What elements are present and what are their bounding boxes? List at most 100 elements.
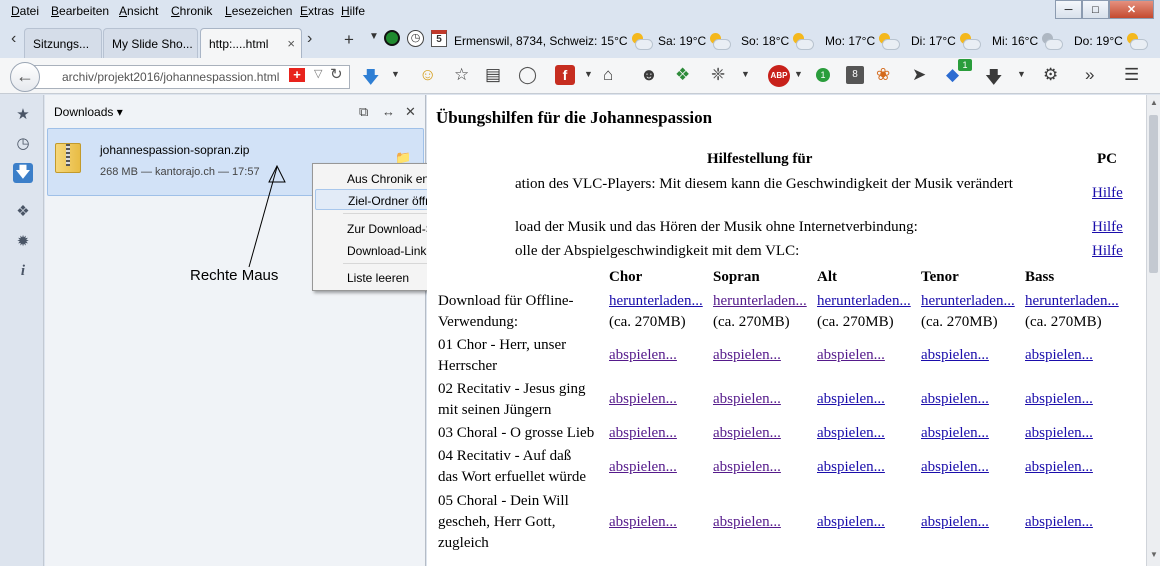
download-link-sopran[interactable]: herunterladen... (713, 293, 807, 310)
close-window-button[interactable]: ✕ (1109, 0, 1154, 19)
play-link[interactable]: abspielen... (609, 514, 677, 531)
fox-icon[interactable]: ❀ (876, 65, 890, 85)
film-reel-icon[interactable]: ⚙ (1043, 65, 1058, 85)
play-link[interactable]: abspielen... (921, 391, 989, 408)
tab-scroll-right-icon[interactable]: › (307, 30, 312, 48)
url-dropdown-icon[interactable]: ▽ (314, 67, 322, 80)
download-link-alt[interactable]: herunterladen... (817, 293, 911, 310)
menu-lesezeichen[interactable]: Lesezeichen (225, 4, 292, 18)
play-link[interactable]: abspielen... (713, 425, 781, 442)
weather-mi[interactable]: Mi: 16°C (992, 33, 1064, 50)
overflow-chevron-icon[interactable]: » (1085, 65, 1094, 85)
play-link[interactable]: abspielen... (1025, 391, 1093, 408)
download-link-chor[interactable]: herunterladen... (609, 293, 703, 310)
play-link[interactable]: abspielen... (817, 425, 885, 442)
tab-counter-icon[interactable]: 8 (846, 66, 864, 84)
tab-active[interactable]: http:....html × (200, 28, 302, 58)
calendar-icon[interactable]: 5 (431, 30, 447, 47)
minimize-button[interactable]: ─ (1055, 0, 1082, 19)
help-link[interactable]: Hilfe (1092, 243, 1123, 260)
download-menu-icon[interactable]: ▼ (391, 69, 400, 79)
adblock-menu-icon[interactable]: ▼ (794, 69, 803, 79)
green-dot-icon[interactable] (384, 30, 400, 46)
play-link[interactable]: abspielen... (817, 459, 885, 476)
addons-sidebar-icon[interactable]: ❖ (13, 202, 33, 222)
page-scrollbar[interactable]: ▲ ▼ (1146, 95, 1160, 566)
tab-close-icon[interactable]: × (287, 36, 295, 51)
play-link[interactable]: abspielen... (713, 459, 781, 476)
menu-datei[interactable]: Datei (11, 4, 39, 18)
play-link[interactable]: abspielen... (1025, 459, 1093, 476)
play-link[interactable]: abspielen... (1025, 425, 1093, 442)
hamburger-menu-icon[interactable]: ☰ (1124, 65, 1139, 85)
counter-icon[interactable]: 1 (816, 68, 830, 82)
scrollbar-thumb[interactable] (1149, 115, 1158, 273)
history-sidebar-icon[interactable]: ◷ (13, 134, 33, 154)
download-arrow-icon[interactable]: 🡇 (362, 65, 379, 94)
reload-icon[interactable]: ↻ (330, 65, 343, 83)
tab-sitzungs[interactable]: Sitzungs... (24, 28, 102, 58)
bug-icon[interactable]: ❈ (711, 65, 725, 85)
play-link[interactable]: abspielen... (817, 347, 885, 364)
downloads-sidebar-icon[interactable]: 🡇 (13, 163, 33, 183)
weather-location[interactable]: Ermenswil, 8734, Schweiz: 15°C (454, 33, 653, 50)
weather-mo[interactable]: Mo: 17°C (825, 33, 901, 50)
play-link[interactable]: abspielen... (1025, 347, 1093, 364)
play-link[interactable]: abspielen... (713, 391, 781, 408)
download-helper-icon[interactable]: 🡇 (985, 65, 1002, 94)
menu-extras[interactable]: Extras (300, 4, 334, 18)
weather-do[interactable]: Do: 19°C (1074, 33, 1148, 50)
clock-icon[interactable]: ◷ (407, 30, 424, 47)
play-link[interactable]: abspielen... (713, 514, 781, 531)
play-link[interactable]: abspielen... (817, 391, 885, 408)
help-link[interactable]: Hilfe (1092, 185, 1123, 202)
play-link[interactable]: abspielen... (921, 459, 989, 476)
new-tab-icon[interactable]: + (344, 30, 354, 50)
play-link[interactable]: abspielen... (1025, 514, 1093, 531)
bug-menu-icon[interactable]: ▼ (741, 69, 750, 79)
bookmarks-sidebar-icon[interactable]: ★ (13, 105, 33, 125)
home-icon[interactable]: ⌂ (603, 65, 613, 85)
reading-list-icon[interactable]: ▤ (485, 65, 501, 85)
maximize-button[interactable]: □ (1082, 0, 1109, 19)
pocket-icon[interactable]: ◯ (518, 65, 537, 85)
scroll-down-icon[interactable]: ▼ (1150, 550, 1158, 559)
addon-puzzle-icon[interactable]: ❖ (675, 65, 690, 85)
gear-sidebar-icon[interactable]: ✹ (13, 232, 33, 252)
menu-hilfe[interactable]: Hilfe (341, 4, 365, 18)
menu-chronik[interactable]: Chronik (171, 4, 212, 18)
weather-so[interactable]: So: 18°C (741, 33, 815, 50)
tab-slideshow[interactable]: My Slide Sho... (103, 28, 198, 58)
play-link[interactable]: abspielen... (609, 425, 677, 442)
flash-icon[interactable]: f (555, 65, 575, 85)
info-sidebar-icon[interactable]: i (13, 261, 33, 281)
play-link[interactable]: abspielen... (817, 514, 885, 531)
tab-list-icon[interactable]: ▼ (369, 31, 379, 42)
play-link[interactable]: abspielen... (921, 425, 989, 442)
play-link[interactable]: abspielen... (609, 347, 677, 364)
bookmark-star-icon[interactable]: ☆ (454, 65, 469, 85)
tab-scroll-left-icon[interactable]: ‹ (11, 30, 16, 48)
flash-menu-icon[interactable]: ▼ (584, 69, 593, 79)
play-link[interactable]: abspielen... (921, 347, 989, 364)
piece-title: 01 Chor - Herr, unser (438, 337, 567, 353)
voice-header-alt: Alt (817, 269, 837, 285)
scroll-up-icon[interactable]: ▲ (1150, 98, 1158, 107)
play-link[interactable]: abspielen... (609, 459, 677, 476)
download-link-bass[interactable]: herunterladen... (1025, 293, 1119, 310)
menu-bearbeiten[interactable]: Bearbeiten (51, 4, 109, 18)
download-link-tenor[interactable]: herunterladen... (921, 293, 1015, 310)
back-button[interactable]: ← (10, 62, 40, 92)
adblock-plus-icon[interactable]: ABP (768, 65, 790, 87)
weather-sa[interactable]: Sa: 19°C (658, 33, 732, 50)
arrow-icon[interactable]: ➤ (912, 65, 926, 85)
chat-icon[interactable]: ☻ (640, 65, 658, 85)
emoji-icon[interactable]: ☺ (419, 65, 436, 85)
helper-menu-icon[interactable]: ▼ (1017, 69, 1026, 79)
play-link[interactable]: abspielen... (609, 391, 677, 408)
help-link[interactable]: Hilfe (1092, 219, 1123, 236)
weather-di[interactable]: Di: 17°C (911, 33, 981, 50)
play-link[interactable]: abspielen... (713, 347, 781, 364)
play-link[interactable]: abspielen... (921, 514, 989, 531)
menu-ansicht[interactable]: Ansicht (119, 4, 158, 18)
